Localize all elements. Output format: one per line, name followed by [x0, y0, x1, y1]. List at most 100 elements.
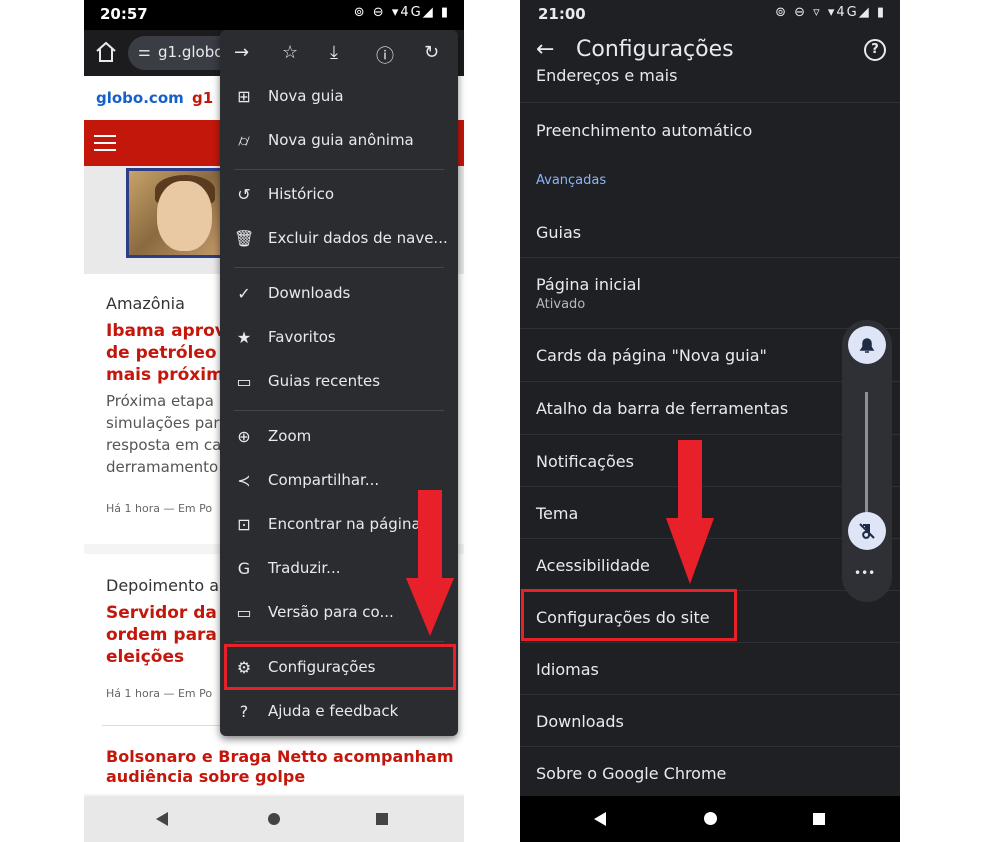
menu-item-downloads[interactable]: ✓ Downloads [220, 272, 458, 316]
section-header: Avançadas [536, 173, 607, 188]
globo-link[interactable]: globo.com [96, 89, 184, 107]
setting-label: Cards da página "Nova guia" [536, 346, 767, 365]
menu-item-guias-recentes[interactable]: ▭ Guias recentes [220, 360, 458, 404]
status-icons: ⊚ ⊖ ▾4G◢ ▮ [353, 5, 450, 20]
menu-item-historico[interactable]: ↺ Histórico [220, 173, 458, 217]
home-icon[interactable] [94, 40, 118, 64]
nav-back-icon[interactable] [156, 812, 168, 826]
volume-panel: ••• [842, 320, 892, 602]
pointer-arrow-shaft [418, 490, 442, 580]
pointer-arrow-icon [406, 578, 454, 636]
menu-item-label: Downloads [268, 284, 351, 302]
article-meta: Há 1 hora — Em Po [106, 502, 213, 515]
setting-pagina-inicial[interactable]: Página inicial Ativado [520, 258, 900, 328]
article-headline-line[interactable]: mais próxima [106, 364, 235, 386]
g1-link[interactable]: g1 [192, 89, 213, 107]
setting-label: Downloads [536, 712, 624, 731]
bell-icon[interactable] [848, 326, 886, 364]
nav-back-icon[interactable] [594, 812, 606, 826]
info-icon[interactable]: ⓘ [376, 42, 394, 68]
nav-home-icon[interactable] [268, 813, 280, 825]
find-in-page-icon: ⊡ [237, 515, 251, 534]
article-photo[interactable] [126, 168, 226, 258]
menu-divider [234, 641, 444, 642]
more-options-icon[interactable]: ••• [854, 566, 875, 580]
status-bar: 20:57 ⊚ ⊖ ▾4G◢ ▮ [84, 0, 464, 30]
setting-guias[interactable]: Guias [520, 205, 900, 257]
star-icon[interactable]: ☆ [282, 42, 298, 63]
menu-item-favoritos[interactable]: ★ Favoritos [220, 316, 458, 360]
forward-icon[interactable]: → [234, 42, 249, 63]
article-headline-line[interactable]: ordem para b [106, 624, 235, 646]
tune-icon[interactable]: ⚌ [138, 44, 151, 60]
menu-item-label: Ajuda e feedback [268, 702, 399, 720]
menu-item-label: Nova guia anônima [268, 131, 414, 149]
nav-home-icon[interactable] [704, 812, 717, 825]
menu-divider [234, 267, 444, 268]
setting-label: Sobre o Google Chrome [536, 764, 727, 783]
trash-icon: 🗑 [234, 229, 255, 248]
article-headline-line[interactable]: de petróleo r [106, 342, 231, 364]
reload-icon[interactable]: ↻ [424, 42, 439, 63]
setting-idiomas[interactable]: Idiomas [520, 643, 900, 695]
article-body-line: derramamento [106, 458, 219, 476]
menu-toolbar-row: → ☆ ⤓ ⓘ ↻ [220, 30, 458, 76]
help-icon: ? [239, 702, 249, 721]
back-arrow-icon[interactable]: ← [536, 37, 554, 62]
menu-item-label: Traduzir... [268, 559, 341, 577]
article-section: Amazônia [106, 294, 185, 313]
menu-item-nova-guia-anonima[interactable]: ⌭ Nova guia anônima [220, 119, 458, 163]
setting-label: Página inicial [536, 275, 641, 294]
article-headline-line[interactable]: audiência sobre golpe [106, 766, 305, 788]
download-icon[interactable]: ⤓ [330, 42, 338, 63]
article-meta: Há 1 hora — Em Po [106, 687, 213, 700]
downloads-check-icon: ✓ [237, 284, 251, 303]
translate-icon: G [237, 559, 251, 578]
menu-item-label: Favoritos [268, 328, 336, 346]
setting-label: Idiomas [536, 660, 599, 679]
nav-recents-icon[interactable] [813, 813, 825, 825]
bookmark-star-icon: ★ [236, 328, 252, 347]
menu-item-label: Zoom [268, 427, 312, 445]
volume-slider-track[interactable] [865, 392, 868, 520]
setting-label: Preenchimento automático [536, 121, 753, 140]
android-nav-bar [84, 796, 464, 842]
menu-item-label: Compartilhar... [268, 471, 380, 489]
status-time: 20:57 [100, 5, 148, 23]
android-nav-bar [520, 796, 900, 842]
setting-preenchimento[interactable]: Preenchimento automático [520, 103, 900, 155]
zoom-icon: ⊕ [237, 427, 251, 446]
page-title: Configurações [576, 37, 734, 62]
setting-label: Acessibilidade [536, 556, 650, 575]
help-icon[interactable]: ? [864, 39, 886, 61]
hamburger-menu-icon[interactable] [94, 135, 116, 151]
url-text: g1.globo. [158, 43, 228, 61]
setting-label: Guias [536, 223, 582, 242]
menu-item-label: Encontrar na página [268, 515, 421, 533]
article-headline-line[interactable]: eleições [106, 646, 184, 668]
menu-item-label: Guias recentes [268, 372, 381, 390]
setting-label: Endereços e mais [536, 68, 678, 85]
pointer-arrow-icon [666, 518, 714, 584]
status-time: 21:00 [538, 5, 586, 23]
desktop-icon: ▭ [236, 603, 252, 622]
devices-icon: ▭ [236, 372, 252, 391]
menu-item-label: Nova guia [268, 87, 344, 105]
history-icon: ↺ [237, 185, 251, 204]
menu-item-zoom[interactable]: ⊕ Zoom [220, 415, 458, 459]
menu-item-ajuda[interactable]: ? Ajuda e feedback [220, 690, 458, 734]
nav-recents-icon[interactable] [376, 813, 388, 825]
article-body-line: simulações par [106, 414, 220, 432]
article-headline-line[interactable]: Ibama aprov [106, 320, 226, 342]
media-mute-icon[interactable] [848, 512, 886, 550]
menu-item-excluir-dados[interactable]: 🗑 Excluir dados de nave... [220, 217, 458, 261]
setting-enderecos[interactable]: Endereços e mais [520, 68, 900, 102]
setting-label: Notificações [536, 452, 634, 471]
status-icons: ⊚ ⊖ ▿ ▾4G◢ ▮ [775, 5, 886, 20]
setting-downloads[interactable]: Downloads [520, 695, 900, 747]
article-headline-line[interactable]: Bolsonaro e Braga Netto acompanham [106, 746, 454, 768]
highlight-box [521, 589, 737, 641]
article-headline-line[interactable]: Servidor da P [106, 602, 235, 624]
menu-item-nova-guia[interactable]: ⊞ Nova guia [220, 75, 458, 119]
setting-sobre[interactable]: Sobre o Google Chrome [520, 747, 900, 797]
